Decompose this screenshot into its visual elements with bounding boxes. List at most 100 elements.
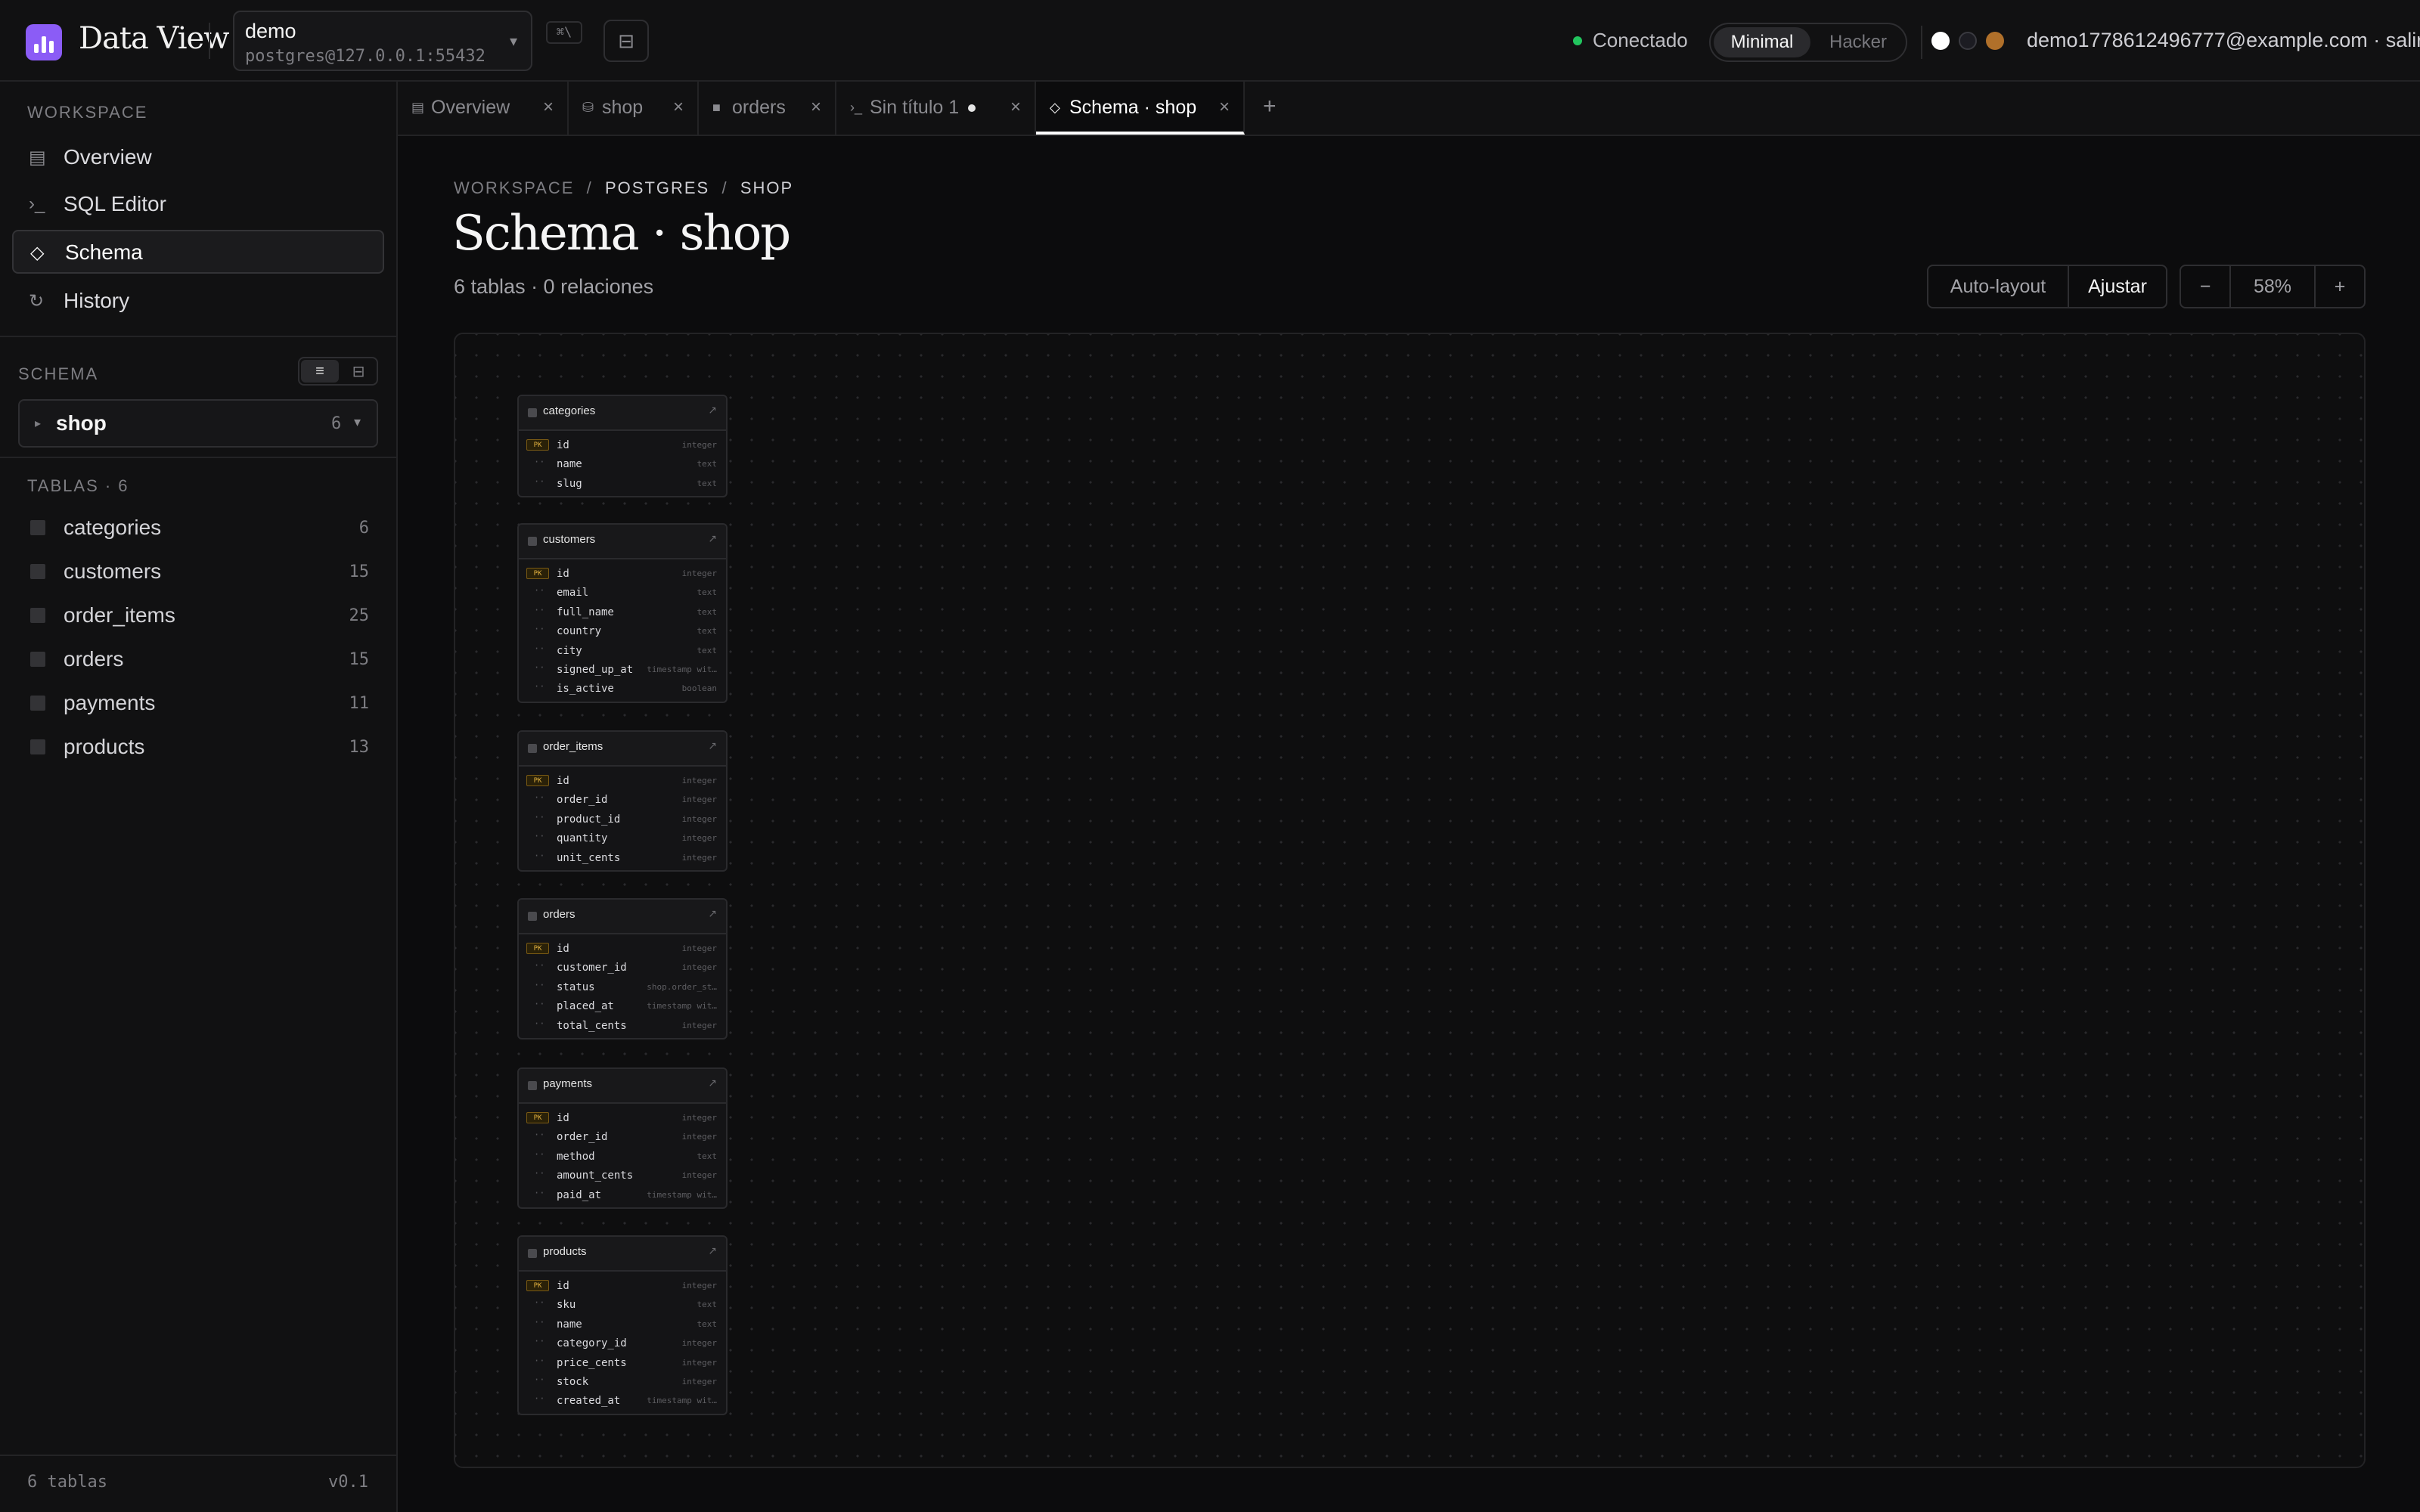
nav-sql-editor[interactable]: ›_ SQL Editor [12, 183, 384, 227]
row-count: 15 [349, 562, 370, 581]
close-icon[interactable]: × [1219, 97, 1230, 118]
breadcrumb-item[interactable]: POSTGRES [605, 178, 709, 197]
table-icon [528, 912, 537, 921]
column-name: id [557, 775, 569, 787]
user-account[interactable]: demo1778612496777@example.com · salir [2027, 29, 2420, 52]
mode-minimal-button[interactable]: Minimal [1714, 27, 1810, 57]
sidebar-table-categories[interactable]: categories 6 [12, 507, 384, 549]
nav-overview[interactable]: ▤ Overview [12, 136, 384, 180]
diagram-column-row: PK id integer [519, 564, 726, 583]
tab-sin-titulo[interactable]: ›_ Sin título 1 × [836, 82, 1036, 135]
diagram-table-name: customers [543, 533, 596, 546]
nav-history[interactable]: ↻ History [12, 280, 384, 324]
open-table-icon[interactable]: ↗ [708, 1077, 717, 1089]
theme-amber-button[interactable] [1986, 32, 2004, 50]
table-icon [30, 696, 45, 711]
mode-toggle: Minimal Hacker [1709, 23, 1907, 62]
unsaved-dot-icon [968, 104, 976, 113]
column-type: text [697, 1151, 718, 1161]
sidebar: WORKSPACE ▤ Overview ›_ SQL Editor ◇ Sch… [0, 82, 398, 1512]
tab-orders[interactable]: ■ orders × [699, 82, 836, 135]
nav-label: SQL Editor [64, 192, 166, 215]
diagram-table-customers[interactable]: customers ↗ PK id integer ·· email text ·· full_n… [517, 523, 728, 703]
triangle-right-icon: ▸ [35, 417, 42, 430]
schema-selector[interactable]: ▸ shop 6 ▾ [18, 399, 378, 448]
column-name: order_id [557, 794, 608, 807]
diagram-column-row: ·· signed_up_at timestamp wit… [519, 660, 726, 679]
diagram-column-row: ·· email text [519, 583, 726, 602]
sidebar-table-order-items[interactable]: order_items 25 [12, 594, 384, 637]
primary-key-badge: PK [526, 775, 549, 786]
column-name: amount_cents [557, 1170, 634, 1182]
primary-key-badge: PK [526, 439, 549, 451]
diagram-table-order-items[interactable]: order_items ↗ PK id integer ·· order_id integer… [517, 730, 728, 872]
diagram-table-header[interactable]: order_items ↗ [519, 732, 726, 767]
app-logo-icon [26, 24, 62, 60]
mode-hacker-button[interactable]: Hacker [1813, 27, 1903, 57]
diagram-table-header[interactable]: customers ↗ [519, 525, 726, 559]
diagram-table-categories[interactable]: categories ↗ PK id integer ·· name text ·· slug te… [517, 395, 728, 498]
open-table-icon[interactable]: ↗ [708, 404, 717, 417]
diagram-table-header[interactable]: categories ↗ [519, 396, 726, 431]
table-name: categories [64, 516, 162, 539]
sidebar-table-products[interactable]: products 13 [12, 726, 384, 768]
diagram-table-header[interactable]: payments ↗ [519, 1069, 726, 1104]
schema-canvas[interactable]: categories ↗ PK id integer ·· name text ·· slug te… [454, 333, 2366, 1468]
diagram-column-row: ·· created_at timestamp wit… [519, 1391, 726, 1410]
sidebar-table-payments[interactable]: payments 11 [12, 682, 384, 724]
table-icon [30, 608, 45, 623]
open-table-icon[interactable]: ↗ [708, 532, 717, 545]
toggle-panel-button[interactable]: ⊟ [603, 20, 649, 62]
status-dot-icon [1573, 36, 1582, 45]
auto-layout-button[interactable]: Auto-layout [1928, 266, 2068, 307]
table-icon [528, 1081, 537, 1090]
diagram-table-header[interactable]: orders ↗ [519, 900, 726, 934]
footer-table-count: 6 tablas [27, 1473, 107, 1492]
zoom-out-button[interactable]: − [2181, 266, 2229, 307]
theme-light-button[interactable] [1931, 32, 1950, 50]
open-table-icon[interactable]: ↗ [708, 739, 717, 752]
breadcrumb-item[interactable]: WORKSPACE [454, 178, 574, 197]
diagram-column-row: ·· placed_at timestamp wit… [519, 996, 726, 1015]
tab-schema-shop[interactable]: ◇ Schema · shop × [1036, 82, 1245, 135]
diagram-table-payments[interactable]: payments ↗ PK id integer ·· order_id integer ·· m… [517, 1067, 728, 1209]
column-name: name [557, 458, 582, 471]
diagram-column-row: ·· status shop.order_st… [519, 978, 726, 996]
connection-selector[interactable]: demo postgres@127.0.0.1:55432 ▾ [233, 11, 532, 71]
tab-shop[interactable]: ⛁ shop × [569, 82, 699, 135]
column-type: text [697, 645, 718, 655]
nav-schema[interactable]: ◇ Schema [12, 230, 384, 274]
zoom-in-button[interactable]: + [2314, 266, 2364, 307]
grid-view-button[interactable]: ⊟ [340, 360, 377, 383]
theme-dark-button[interactable] [1959, 32, 1977, 50]
tab-label: Sin título 1 [870, 97, 976, 119]
diagram-column-row: ·· sku text [519, 1295, 726, 1314]
chevron-down-icon: ▾ [509, 33, 517, 50]
close-icon[interactable]: × [673, 97, 684, 118]
sidebar-table-customers[interactable]: customers 15 [12, 550, 384, 593]
add-tab-button[interactable]: + [1263, 94, 1277, 119]
schema-table-count: 6 [331, 414, 342, 433]
column-name: placed_at [557, 1000, 614, 1013]
diagram-table-header[interactable]: products ↗ [519, 1237, 726, 1272]
list-view-button[interactable]: ≡ [301, 360, 339, 383]
row-count: 11 [349, 694, 370, 713]
diagram-column-row: ·· method text [519, 1147, 726, 1166]
column-name: id [557, 1112, 569, 1124]
close-icon[interactable]: × [543, 97, 554, 118]
sidebar-table-orders[interactable]: orders 15 [12, 638, 384, 680]
column-marker-icon: ·· [534, 604, 545, 615]
diagram-column-row: ·· country text [519, 621, 726, 640]
tab-bar: ▤ Overview × ⛁ shop × ■ orders × ›_ Sin … [398, 82, 2420, 136]
tab-overview[interactable]: ▤ Overview × [398, 82, 569, 135]
fit-button[interactable]: Ajustar [2068, 266, 2166, 307]
close-icon[interactable]: × [1010, 97, 1021, 118]
breadcrumb: WORKSPACE / POSTGRES / SHOP [454, 178, 793, 198]
close-icon[interactable]: × [811, 97, 821, 118]
column-marker-icon: ·· [534, 1148, 545, 1160]
overview-icon: ▤ [29, 147, 46, 168]
diagram-table-orders[interactable]: orders ↗ PK id integer ·· customer_id integer ··… [517, 898, 728, 1040]
diagram-table-products[interactable]: products ↗ PK id integer ·· sku text ·· name text ·… [517, 1235, 728, 1415]
open-table-icon[interactable]: ↗ [708, 1244, 717, 1257]
open-table-icon[interactable]: ↗ [708, 907, 717, 920]
